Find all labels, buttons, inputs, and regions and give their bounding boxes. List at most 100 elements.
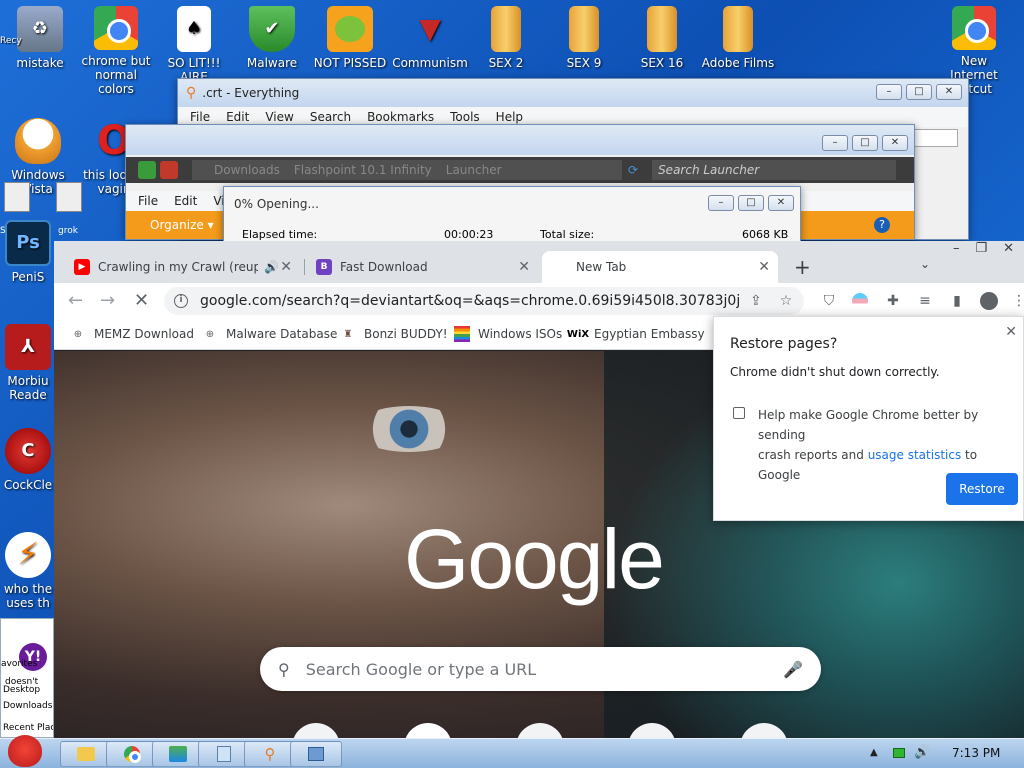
extensions-icon[interactable]: ✚ [884,292,902,310]
organize-button[interactable]: Organize ▾ [150,218,214,232]
bookmark-star-icon[interactable]: ☆ [780,293,793,309]
minimize-button[interactable]: – [876,84,902,100]
desktop-icon-adobe-films[interactable]: Adobe Films [700,6,776,70]
forward-icon[interactable]: → [100,291,115,311]
start-button[interactable] [4,731,46,768]
maximize-button[interactable]: □ [906,84,932,100]
desktop-icon-not-pissed[interactable]: NOT PISSED [312,6,388,70]
desktop-icon-who-uses[interactable]: ⚡ who the uses th [0,532,56,610]
share-icon[interactable]: ⇪ [750,293,762,309]
menu-dots-icon[interactable]: ⋮ [1010,292,1024,310]
desktop-icon-cockcleaner[interactable]: C CockCle [0,428,56,492]
menu-help[interactable]: Help [496,110,523,124]
tab-fast-download[interactable]: B Fast Download ✕ [306,251,538,283]
nav-downloads[interactable]: Downloads [3,701,52,711]
bookmark-malware-database[interactable]: ⊕ Malware Database [202,326,338,342]
close-button[interactable]: ✕ [768,195,794,211]
everything-titlebar[interactable]: ⚲ .crt - Everything [178,79,968,107]
ublock-icon[interactable]: ⛉ [820,292,838,310]
bookmark-egyptian-embassy[interactable]: WiX Egyptian Embassy [567,326,705,342]
address-bar[interactable]: i google.com/search?q=deviantart&oq=&aqs… [164,287,804,315]
help-icon[interactable]: ? [874,217,890,233]
taskbar-chrome-button[interactable] [106,741,158,767]
desktop-icon-malware[interactable]: ✔ Malware [234,6,310,70]
desktop-icon-solit[interactable]: ♠ SO LIT!!! AIRE [156,6,232,84]
maximize-button[interactable]: □ [738,195,764,211]
desktop-icon-photoshop[interactable]: Ps PeniS [0,220,56,284]
extension-flag-icon[interactable] [852,293,868,309]
crash-report-checkbox[interactable] [733,407,745,419]
breadcrumb-flashpoint[interactable]: Flashpoint 10.1 Infinity [294,163,432,177]
google-search-box[interactable]: ⚲ Search Google or type a URL 🎤 [260,647,821,691]
shortcut-tile[interactable] [404,723,452,738]
desktop-icon-sex2[interactable]: SEX 2 [468,6,544,70]
menu-view[interactable]: View [265,110,293,124]
bookmark-memz[interactable]: ⊕ MEMZ Download [70,326,194,342]
bookmark-windows-isos[interactable]: Windows ISOs [454,326,562,342]
tab-search-chevron-icon[interactable]: ⌄ [920,257,930,271]
back-icon[interactable]: ← [68,291,83,311]
refresh-icon[interactable]: ⟳ [628,163,638,177]
desktop-icon-sex16[interactable]: SEX 16 [624,6,700,70]
profile-avatar[interactable] [980,292,998,310]
speaker-icon[interactable]: 🔊 [264,260,279,274]
close-button[interactable]: ✕ [882,135,908,151]
tab-close-icon[interactable]: ✕ [280,259,292,275]
breadcrumb-downloads[interactable]: Downloads [214,163,280,177]
explorer-search-input[interactable]: Search Launcher [652,160,897,180]
taskbar-explorer-button[interactable] [60,741,112,767]
minimize-button[interactable]: – [822,135,848,151]
nav-desktop[interactable]: Desktop [3,685,40,695]
taskbar-network-button[interactable] [290,741,342,767]
clock-time[interactable]: 7:13 PM [952,746,1000,760]
maximize-button[interactable]: ❐ [975,241,987,256]
usage-statistics-link[interactable]: usage statistics [868,448,962,462]
close-button[interactable]: ✕ [1003,241,1014,256]
taskbar-launcher-button[interactable] [152,741,204,767]
show-hidden-icons-chevron-icon[interactable]: ▲ [870,747,878,758]
desktop-icon-communism[interactable]: ▼ Communism [392,6,468,71]
menu-edit[interactable]: Edit [226,110,249,124]
menu-search[interactable]: Search [310,110,351,124]
volume-icon[interactable]: 🔊 [914,745,930,760]
shortcut-tile[interactable] [292,723,340,738]
desktop-icon-sex9[interactable]: SEX 9 [546,6,622,70]
back-arrow-icon[interactable] [138,161,156,179]
url-text[interactable]: google.com/search?q=deviantart&oq=&aqs=c… [200,293,740,309]
menu-file[interactable]: File [138,194,158,208]
taskbar-everything-button[interactable]: ⚲ [244,741,296,767]
tab-close-icon[interactable]: ✕ [758,259,770,275]
minimize-button[interactable]: – [953,241,960,256]
tab-new-tab[interactable]: New Tab ✕ [542,251,778,283]
menu-tools[interactable]: Tools [450,110,480,124]
media-queue-icon[interactable]: ≡ [916,292,934,310]
minimize-button[interactable]: – [708,195,734,211]
tab-close-icon[interactable]: ✕ [518,259,530,275]
shortcut-tile[interactable] [516,723,564,738]
maximize-button[interactable]: □ [852,135,878,151]
nav-favorites[interactable]: avorites [1,659,37,669]
chrome-toolbar: ← → ✕ i google.com/search?q=deviantart&o… [54,283,1024,320]
tab-crawling[interactable]: ▶ Crawling in my Crawl (reuplo 🔊 ✕ [64,251,300,283]
breadcrumb[interactable]: Downloads Flashpoint 10.1 Infinity Launc… [192,160,622,180]
close-icon[interactable]: ✕ [1005,324,1017,340]
breadcrumb-launcher[interactable]: Launcher [446,163,502,177]
menu-file[interactable]: File [190,110,210,124]
bookmark-bonzi[interactable]: ♜ Bonzi BUDDY! [340,326,448,342]
desktop-icon-chrome-normal[interactable]: chrome but normal colors [78,6,154,96]
side-panel-icon[interactable]: ▮ [948,292,966,310]
stop-icon[interactable]: ✕ [134,291,149,311]
restore-button[interactable]: Restore [946,473,1018,505]
battery-icon[interactable] [893,748,905,758]
info-icon[interactable]: i [174,294,188,308]
new-tab-button[interactable]: + [794,255,811,279]
explorer-titlebar[interactable] [126,125,914,155]
menu-bookmarks[interactable]: Bookmarks [367,110,434,124]
tab-title: Crawling in my Crawl (reuplo [98,260,258,274]
desktop-icon-morbius-reader[interactable]: ⅄ Morbiu Reade [0,324,56,402]
menu-edit[interactable]: Edit [174,194,197,208]
close-button[interactable]: ✕ [936,84,962,100]
taskbar-notepad-button[interactable] [198,741,250,767]
forward-arrow-icon[interactable] [160,161,178,179]
microphone-icon[interactable]: 🎤 [783,660,803,679]
